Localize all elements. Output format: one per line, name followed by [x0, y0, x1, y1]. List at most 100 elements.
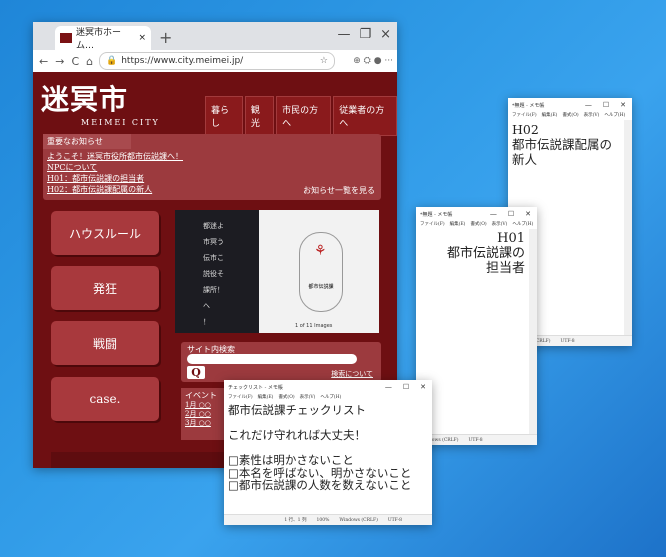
menu-format[interactable]: 書式(O) — [470, 221, 486, 229]
search-help-link[interactable]: 検索について — [331, 369, 373, 379]
banner-page-indicator: 1 of 11 Images — [295, 323, 333, 329]
news-heading: 重要なお知らせ — [43, 134, 131, 149]
notepad-menu: ファイル(F) 編集(E) 書式(O) 表示(V) ヘルプ(H) — [224, 394, 432, 402]
notepad-title: *無題 - メモ帳 — [420, 211, 453, 218]
close-button[interactable]: ✕ — [525, 210, 531, 218]
menu-file[interactable]: ファイル(F) — [228, 394, 253, 402]
reload-icon[interactable]: C — [71, 55, 79, 68]
back-icon[interactable]: ← — [39, 55, 48, 68]
banner-line: ！ — [203, 318, 210, 326]
combat-button[interactable]: 戦闘 — [51, 321, 159, 365]
logo-title: 迷冥市 — [41, 83, 129, 116]
forward-icon[interactable]: → — [55, 55, 64, 68]
search-icon[interactable]: Q — [187, 366, 205, 379]
banner-line: 伝市こ — [203, 254, 224, 262]
minimize-button[interactable]: — — [337, 27, 350, 42]
notepad-status-bar: 1 行、1 列 100% Windows (CRLF) UTF-8 — [224, 514, 432, 525]
notepad-window-h01[interactable]: *無題 - メモ帳 — ☐ ✕ ファイル(F) 編集(E) 書式(O) 表示(V) … — [416, 207, 537, 445]
menu-file[interactable]: ファイル(F) — [512, 112, 537, 120]
notepad-window-checklist[interactable]: チェックリスト - メモ帳 — ☐ ✕ ファイル(F) 編集(E) 書式(O) 表示… — [224, 380, 432, 525]
notepad-text-area[interactable]: 都市伝説課チェックリスト これだけ守れれば大丈夫！ □素性は明かさないこと □本… — [224, 402, 432, 494]
minimize-button[interactable]: — — [585, 101, 592, 109]
notepad-text-area[interactable]: H02 都市伝説課配属の 新人 — [508, 120, 632, 169]
menu-edit[interactable]: 編集(E) — [258, 394, 274, 402]
tab-title: 迷冥市ホーム… — [75, 28, 121, 51]
nav-item-staff[interactable]: 従業者の方へ — [333, 96, 397, 136]
banner-line: 説役そ — [203, 270, 224, 278]
window-controls: — ❐ × — [337, 27, 391, 42]
logo-subtitle: MEIMEI CITY — [81, 118, 160, 127]
new-tab-button[interactable]: + — [159, 28, 172, 47]
notepad-titlebar: *無題 - メモ帳 — ☐ ✕ — [416, 207, 537, 221]
banner-line: 課所！ — [203, 286, 224, 294]
menu-view[interactable]: 表示(V) — [300, 394, 316, 402]
menu-format[interactable]: 書式(O) — [278, 394, 294, 402]
menu-help[interactable]: ヘルプ(H) — [512, 221, 533, 229]
url-input[interactable]: 🔒 https://www.city.meimei.jp/ ☆ — [99, 52, 335, 70]
banner-emblem: ⚘ 都市伝説課 — [299, 232, 343, 312]
url-text: https://www.city.meimei.jp/ — [121, 56, 244, 66]
home-icon[interactable]: ⌂ — [86, 55, 93, 68]
minimize-button[interactable]: — — [385, 383, 392, 391]
notepad-window-controls: — ☐ ✕ — [585, 101, 632, 109]
banner-line: へ — [203, 302, 210, 310]
nav-buttons: ← → C ⌂ — [33, 55, 99, 68]
close-button[interactable]: ✕ — [620, 101, 626, 109]
notepad-title: チェックリスト - メモ帳 — [228, 384, 283, 391]
notepad-text-area[interactable]: H01 都市伝説課の 担当者 — [416, 229, 537, 276]
case-button[interactable]: case. — [51, 377, 159, 421]
nav-item-life[interactable]: 暮らし — [205, 96, 243, 136]
tab-close-icon[interactable]: × — [138, 33, 146, 43]
bookmark-star-icon[interactable]: ☆ — [320, 56, 328, 66]
status-line-ending: Windows (CRLF) — [339, 517, 378, 523]
site-favicon-icon — [60, 33, 72, 43]
notepad-status-bar: Windows (CRLF) UTF-8 — [416, 434, 537, 445]
address-bar-row: ← → C ⌂ 🔒 https://www.city.meimei.jp/ ☆ … — [33, 50, 397, 73]
browser-tab[interactable]: 迷冥市ホーム… × — [55, 26, 151, 51]
menu-edit[interactable]: 編集(E) — [450, 221, 466, 229]
close-button[interactable]: × — [380, 27, 391, 42]
maximize-button[interactable]: ☐ — [508, 210, 514, 218]
notepad-title: *無題 - メモ帳 — [512, 102, 545, 109]
menu-edit[interactable]: 編集(E) — [542, 112, 558, 120]
site-logo[interactable]: 迷冥市 MEIMEI CITY — [41, 78, 160, 127]
tab-bar: 迷冥市ホーム… × + — ❐ × — [33, 22, 397, 51]
banner-label: 都市伝説課 — [308, 284, 334, 290]
menu-view[interactable]: 表示(V) — [584, 112, 600, 120]
banner-image-panel: ⚘ 都市伝説課 1 of 11 Images — [259, 210, 379, 333]
lock-icon: 🔒 — [106, 56, 118, 66]
nav-item-citizens[interactable]: 市民の方へ — [276, 96, 332, 136]
scrollbar[interactable] — [529, 229, 537, 435]
notepad-titlebar: *無題 - メモ帳 — ☐ ✕ — [508, 98, 632, 112]
banner-carousel[interactable]: 都迷よ 市冥う 伝市こ 説役そ 課所！ へ ！ ⚘ 都市伝説課 1 of 11 … — [175, 210, 379, 333]
madness-button[interactable]: 発狂 — [51, 266, 159, 310]
status-encoding: UTF-8 — [560, 338, 575, 344]
notepad-menu: ファイル(F) 編集(E) 書式(O) 表示(V) ヘルプ(H) — [416, 221, 537, 229]
menu-help[interactable]: ヘルプ(H) — [604, 112, 625, 120]
house-rules-button[interactable]: ハウスルール — [51, 211, 159, 255]
news-link[interactable]: H01：都市伝説課の担当者 — [47, 173, 381, 184]
news-more-link[interactable]: お知らせ一覧を見る — [303, 185, 375, 196]
news-link[interactable]: ようこそ！迷冥市役所都市伝説課へ！ — [47, 151, 381, 162]
extension-icons[interactable]: ⊕ ⛭ ● ··· — [335, 56, 397, 66]
status-encoding: UTF-8 — [387, 517, 402, 523]
maximize-button[interactable]: ☐ — [603, 101, 609, 109]
menu-format[interactable]: 書式(O) — [562, 112, 578, 120]
notepad-menu: ファイル(F) 編集(E) 書式(O) 表示(V) ヘルプ(H) — [508, 112, 632, 120]
news-link[interactable]: NPCについて — [47, 162, 381, 173]
menu-file[interactable]: ファイル(F) — [420, 221, 445, 229]
notepad-window-controls: — ☐ ✕ — [490, 210, 537, 218]
flower-icon: ⚘ — [314, 243, 327, 259]
notepad-titlebar: チェックリスト - メモ帳 — ☐ ✕ — [224, 380, 432, 394]
restore-button[interactable]: ❐ — [359, 27, 371, 42]
menu-help[interactable]: ヘルプ(H) — [320, 394, 341, 402]
status-zoom: 100% — [316, 517, 330, 523]
menu-view[interactable]: 表示(V) — [492, 221, 508, 229]
maximize-button[interactable]: ☐ — [403, 383, 409, 391]
search-input[interactable] — [187, 354, 357, 364]
close-button[interactable]: ✕ — [420, 383, 426, 391]
minimize-button[interactable]: — — [490, 210, 497, 218]
scrollbar[interactable] — [624, 120, 632, 336]
nav-item-tourism[interactable]: 観光 — [244, 96, 275, 136]
status-encoding: UTF-8 — [468, 437, 483, 443]
